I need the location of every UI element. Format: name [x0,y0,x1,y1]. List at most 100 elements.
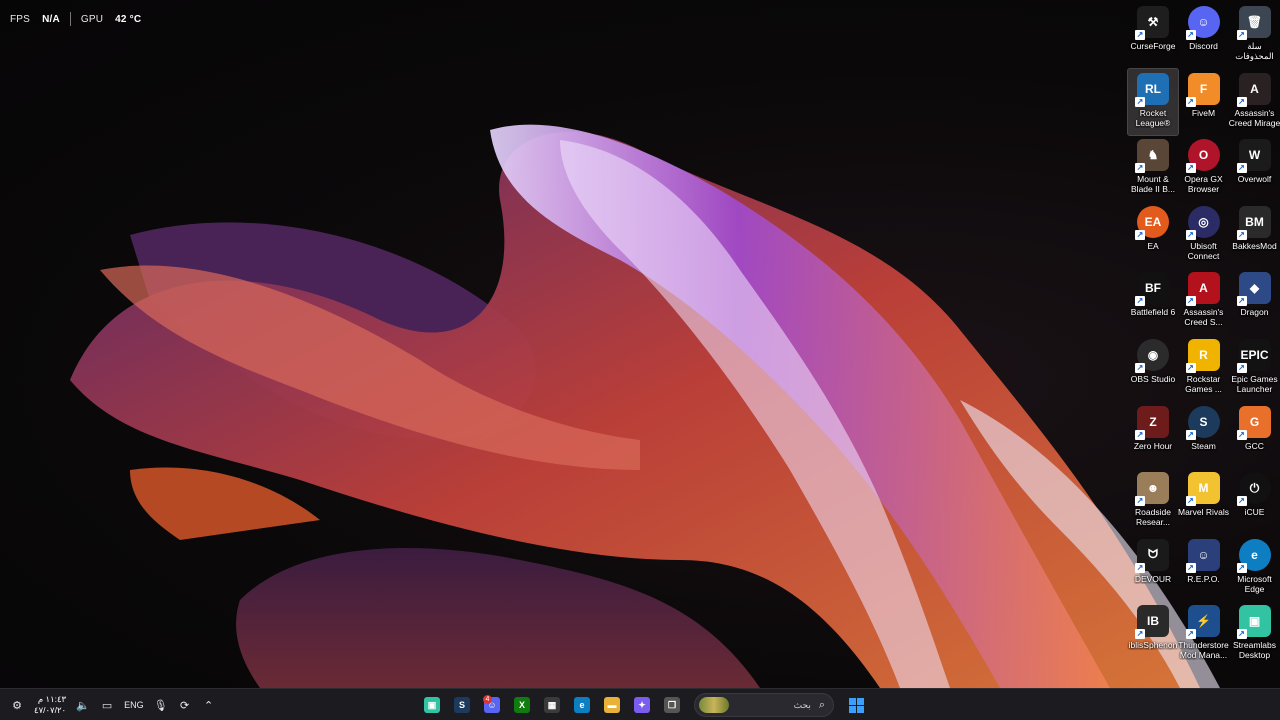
desktop-icon[interactable]: ◎ ↗ Ubisoft Connect [1178,202,1229,269]
desktop-icon[interactable]: ▣ ↗ Streamlabs Desktop [1229,601,1280,668]
desktop-icon-label: Opera GX Browser [1184,174,1223,195]
clock[interactable]: ١١:٤٣ م ٤٧/٠٧/٢٠ [34,694,66,716]
sync-icon[interactable]: ⟳ [178,698,192,712]
shortcut-arrow-icon: ↗ [1236,362,1247,373]
taskbar-app-task-view[interactable]: ❐ [660,693,684,717]
desktop-icon-label: Roadside Resear... [1135,507,1171,528]
taskbar-apps: ▣ S ☺ 4 X ▦ e ▬ ✦ ❐ بحث ⌕ [420,689,868,720]
desktop-icon[interactable]: 🗑 ↗ سلة المحذوفات [1229,2,1280,69]
gpu-label: GPU [80,13,104,25]
microsoft-store-icon: ▦ [544,697,560,713]
desktop-icon[interactable]: W ↗ Overwolf [1229,135,1280,202]
desktop-icon[interactable]: ⚡ ↗ Thunderstore Mod Mana... [1178,601,1229,668]
taskbar-app-copilot[interactable]: ✦ [630,693,654,717]
desktop-icon[interactable]: O ↗ Opera GX Browser [1178,135,1229,202]
volume-icon[interactable]: 🔈 [76,698,90,712]
taskbar-app-microsoft-store[interactable]: ▦ [540,693,564,717]
icue-icon: ⏻ ↗ [1236,472,1271,507]
shortcut-arrow-icon: ↗ [1236,296,1247,307]
search-box[interactable]: بحث ⌕ [694,693,834,717]
desktop-icon[interactable]: ☺ ↗ R.E.P.O. [1178,535,1229,602]
search-icon: ⌕ [818,698,825,711]
desktop-icon-label: OBS Studio [1130,373,1176,384]
shortcut-arrow-icon: ↗ [1236,30,1247,40]
chevron-up-icon[interactable]: ⌃ [202,698,216,712]
desktop-icon[interactable]: M ↗ Marvel Rivals [1178,468,1229,535]
assassins-creed-shadows-icon: A ↗ [1185,272,1220,307]
desktop-icon[interactable]: G ↗ GCC [1229,402,1280,469]
microsoft-edge-icon: e ↗ [1236,538,1271,573]
devour-icon: ᗢ ↗ [1135,538,1169,573]
taskbar-app-steam[interactable]: S [450,693,474,717]
desktop-icon-label: Battlefield 6 [1130,307,1176,318]
desktop-icon-label: Rocket League® [1135,107,1171,128]
clock-time: ١١:٤٣ م [37,694,67,704]
microphone-icon[interactable]: 🎙 [154,698,168,712]
clock-date: ٤٧/٠٧/٢٠ [34,705,67,715]
taskbar: ⚙ ١١:٤٣ م ٤٧/٠٧/٢٠ 🔈 ▭ ENG 🎙 ⟳ ⌃ ▣ S ☺ 4 X ▦ e… [0,688,1280,720]
desktop-icon[interactable]: Z ↗ Zero Hour [1128,402,1178,469]
desktop-icon-label: iCUE [1244,507,1265,518]
shortcut-arrow-icon: ↗ [1135,296,1145,307]
desktop-icon-label: Rockstar Games ... [1185,373,1222,394]
shortcut-arrow-icon: ↗ [1185,229,1196,240]
windows-logo-icon [848,697,864,713]
shortcut-arrow-icon: ↗ [1135,362,1145,373]
desktop-icon[interactable]: ☻ ↗ Roadside Resear... [1128,468,1178,535]
desktop-icon[interactable]: BM ↗ BakkesMod [1229,202,1280,269]
desktop-icon-label: BakkesMod [1232,240,1277,251]
mount-and-blade-icon: ♞ ↗ [1135,139,1169,174]
desktop-icon-label: Discord [1189,41,1218,51]
task-view-icon: ❐ [664,697,680,713]
copilot-icon: ✦ [634,697,650,713]
network-icon[interactable]: ▭ [100,698,114,712]
shortcut-arrow-icon: ↗ [1236,163,1247,174]
desktop-icon[interactable]: S ↗ Steam [1178,402,1229,469]
desktop-icon[interactable]: ⚒ ↗ CurseForge [1128,2,1178,69]
desktop-icon[interactable]: ♞ ↗ Mount & Blade II B... [1128,135,1178,202]
language-indicator[interactable]: ENG [124,700,144,710]
desktop-icon[interactable]: A ↗ Assassin's Creed S... [1178,268,1229,335]
search-highlight-thumbnail [699,697,729,713]
desktop-icon[interactable]: A ↗ Assassin's Creed Mirage [1229,69,1280,136]
desktop-icon-label: سلة المحذوفات [1235,41,1274,61]
shortcut-arrow-icon: ↗ [1135,562,1145,573]
desktop-icon[interactable]: BF ↗ Battlefield 6 [1128,268,1178,335]
desktop-icon[interactable]: e ↗ Microsoft Edge [1229,535,1280,602]
taskbar-app-discord[interactable]: ☺ 4 [480,693,504,717]
desktop-icon[interactable]: ⏻ ↗ iCUE [1229,468,1280,535]
desktop-icon[interactable]: EPIC ↗ Epic Games Launcher [1229,335,1280,402]
desktop-icon[interactable]: ◉ ↗ OBS Studio [1128,335,1178,402]
shortcut-arrow-icon: ↗ [1135,229,1145,240]
start-button[interactable] [844,693,868,717]
desktop-wallpaper [0,0,1280,688]
desktop-icon[interactable]: ◆ ↗ Dragon [1229,268,1280,335]
desktop-icon[interactable]: EA ↗ EA [1128,202,1178,269]
taskbar-app-xbox[interactable]: X [510,693,534,717]
desktop-icon-label: Streamlabs Desktop [1233,640,1276,661]
curseforge-icon: ⚒ ↗ [1135,6,1169,40]
battlefield-icon: BF ↗ [1135,272,1169,307]
desktop-icon-label: Steam [1191,440,1216,451]
desktop-icon-label: iblisSphenon [1128,640,1178,651]
desktop-icon[interactable]: ᗢ ↗ DEVOUR [1128,535,1178,602]
desktop-icon[interactable]: IB ↗ iblisSphenon [1128,601,1178,668]
shortcut-arrow-icon: ↗ [1236,629,1247,640]
overlay-divider [69,12,71,26]
shortcut-arrow-icon: ↗ [1185,362,1196,373]
desktop-icon[interactable]: ☺ ↗ Discord [1178,2,1229,69]
overwolf-icon: W ↗ [1236,139,1271,174]
desktop-icon[interactable]: F ↗ FiveM [1178,69,1229,136]
desktop-icon[interactable]: R ↗ Rockstar Games ... [1178,335,1229,402]
shortcut-arrow-icon: ↗ [1185,96,1196,107]
discord-icon: ☺ ↗ [1185,6,1220,40]
desktop-icon[interactable]: RL ↗ Rocket League® [1127,67,1179,137]
settings-icon[interactable]: ⚙ [10,698,24,712]
taskbar-app-file-explorer[interactable]: ▬ [600,693,624,717]
desktop-icon-label: GCC [1245,440,1264,451]
search-placeholder: بحث [793,699,811,710]
taskbar-app-streamlabs[interactable]: ▣ [420,693,444,717]
iblis-icon: IB ↗ [1135,605,1169,640]
desktop-icon-label: Epic Games Launcher [1231,373,1278,394]
taskbar-app-edge[interactable]: e [570,693,594,717]
